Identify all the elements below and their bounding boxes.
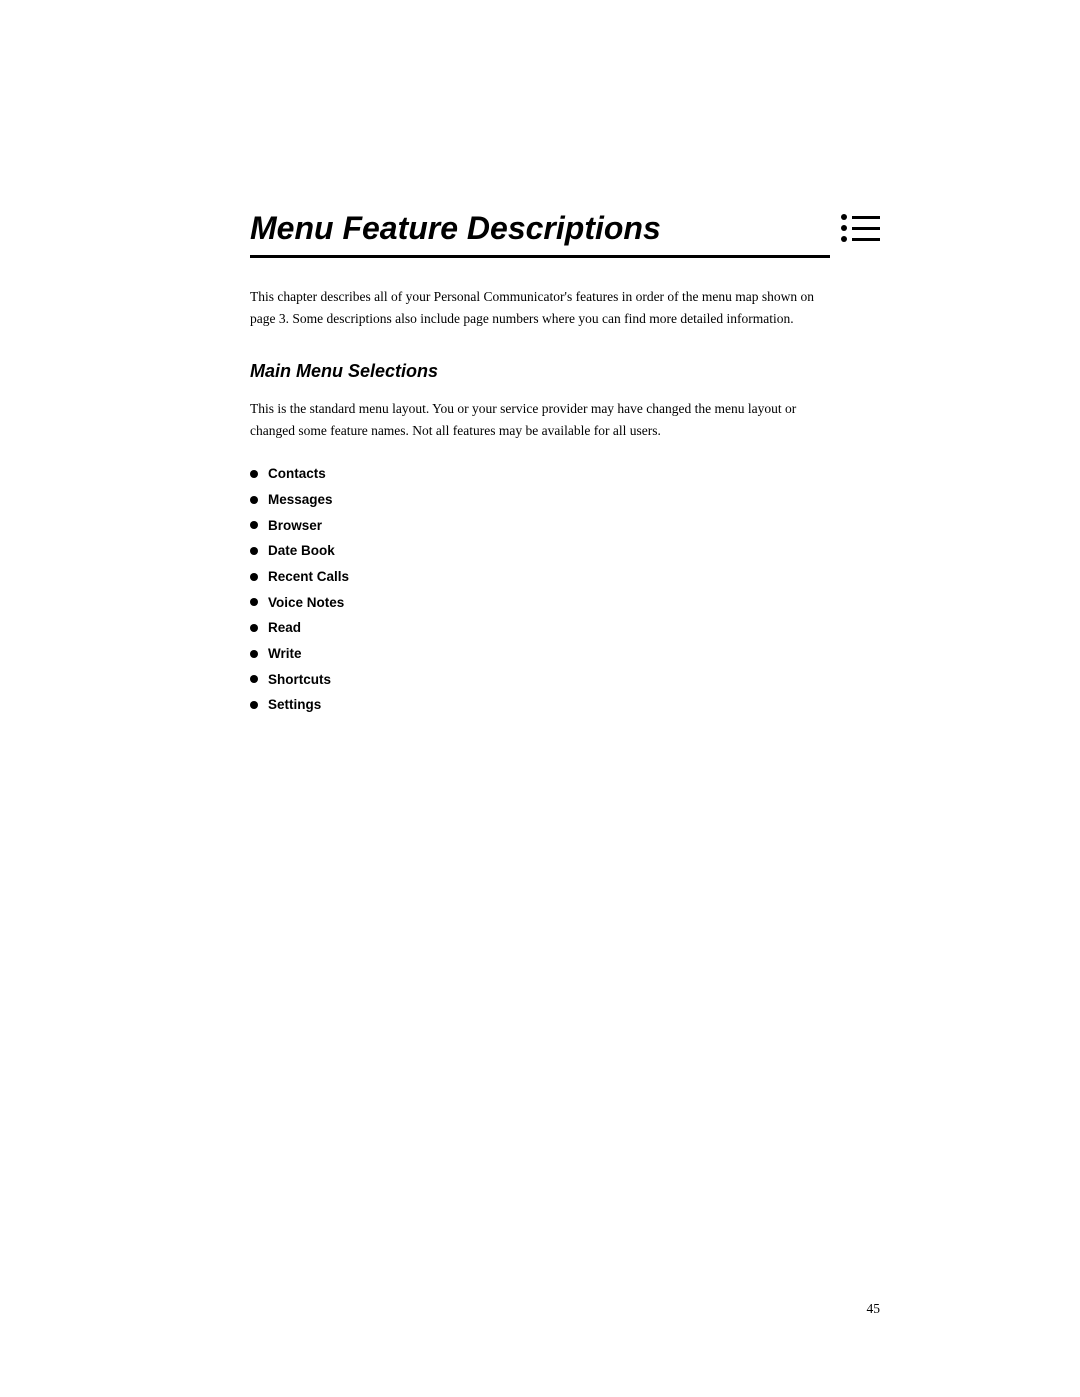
bullet-icon	[250, 470, 258, 478]
menu-item-label: Messages	[268, 487, 333, 513]
menu-list-item: Shortcuts	[250, 667, 830, 693]
bullet-icon	[250, 547, 258, 555]
bullet-icon	[250, 496, 258, 504]
icon-bar-1	[852, 216, 880, 219]
chapter-list-icon	[841, 210, 880, 242]
menu-item-label: Read	[268, 615, 301, 641]
menu-item-label: Contacts	[268, 461, 326, 487]
icon-dot-2	[841, 225, 847, 231]
content-area: Menu Feature Descriptions This chapter d…	[250, 0, 830, 1397]
icon-row-2	[841, 225, 880, 231]
menu-item-label: Voice Notes	[268, 590, 344, 616]
chapter-title: Menu Feature Descriptions	[250, 210, 830, 258]
menu-item-label: Browser	[268, 513, 322, 539]
menu-list-item: Settings	[250, 692, 830, 718]
icon-row-1	[841, 214, 880, 220]
bullet-icon	[250, 598, 258, 606]
menu-item-label: Shortcuts	[268, 667, 331, 693]
menu-item-label: Date Book	[268, 538, 335, 564]
icon-row-3	[841, 236, 880, 242]
menu-list: ContactsMessagesBrowserDate BookRecent C…	[250, 461, 830, 717]
menu-list-item: Voice Notes	[250, 590, 830, 616]
icon-bar-2	[852, 227, 880, 230]
chapter-header: Menu Feature Descriptions	[250, 210, 830, 258]
menu-list-item: Date Book	[250, 538, 830, 564]
menu-item-label: Recent Calls	[268, 564, 349, 590]
icon-bar-3	[852, 238, 880, 241]
bullet-icon	[250, 701, 258, 709]
menu-list-item: Messages	[250, 487, 830, 513]
bullet-icon	[250, 650, 258, 658]
bullet-icon	[250, 624, 258, 632]
menu-list-item: Recent Calls	[250, 564, 830, 590]
section-description: This is the standard menu layout. You or…	[250, 398, 830, 441]
menu-list-item: Browser	[250, 513, 830, 539]
menu-list-item: Write	[250, 641, 830, 667]
section-title: Main Menu Selections	[250, 361, 830, 382]
bullet-icon	[250, 521, 258, 529]
chapter-intro: This chapter describes all of your Perso…	[250, 286, 830, 329]
menu-item-label: Settings	[268, 692, 321, 718]
page: Menu Feature Descriptions This chapter d…	[0, 0, 1080, 1397]
page-number: 45	[867, 1301, 881, 1317]
bullet-icon	[250, 675, 258, 683]
bullet-icon	[250, 573, 258, 581]
icon-dot-1	[841, 214, 847, 220]
icon-dot-3	[841, 236, 847, 242]
menu-list-item: Read	[250, 615, 830, 641]
menu-item-label: Write	[268, 641, 302, 667]
menu-list-item: Contacts	[250, 461, 830, 487]
